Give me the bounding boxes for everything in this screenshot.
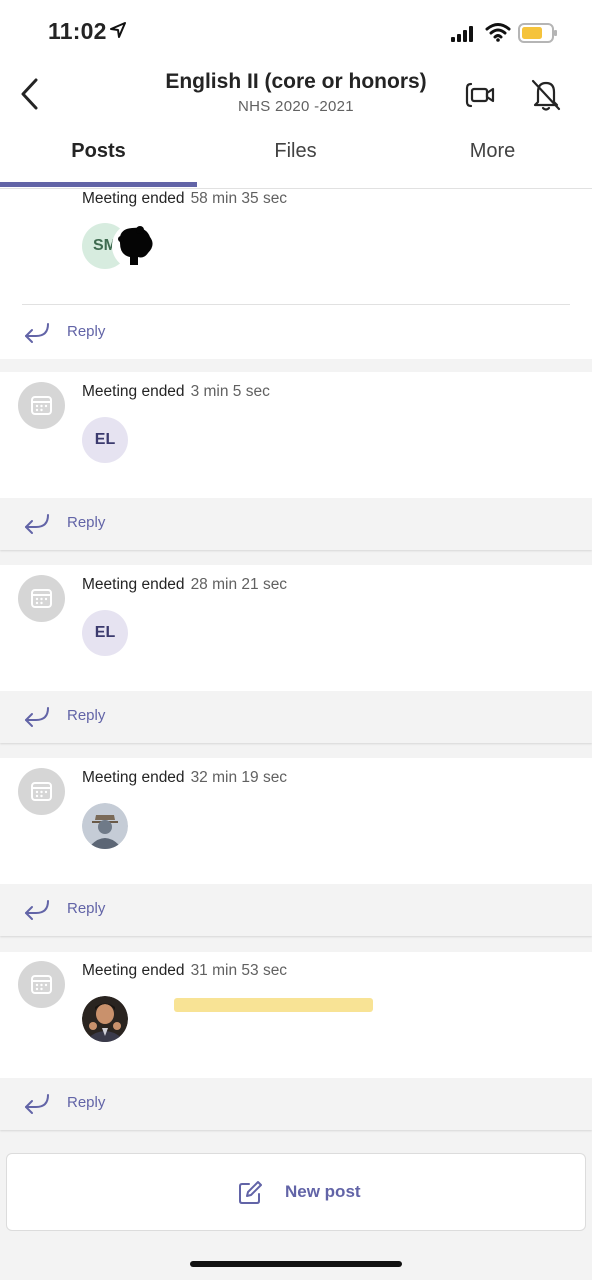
post-card: Meeting ended 32 min 19 sec Reply [0,758,592,936]
meeting-ended-text: Meeting ended 31 min 53 sec [82,962,287,980]
post-card: Meeting ended 31 min 53 sec Reply [0,952,592,1130]
notifications-off-bell-icon[interactable] [526,76,566,114]
reply-arrow-icon [25,707,49,727]
location-arrow-icon [110,22,126,38]
meeting-ended-text: Meeting ended 28 min 21 sec [82,576,287,594]
meeting-ended-text: Meeting ended 58 min 35 sec [82,190,287,208]
meeting-status: Meeting ended [82,190,185,207]
reply-arrow-icon [25,323,49,343]
meeting-status: Meeting ended [82,383,185,400]
reply-arrow-icon [25,1094,49,1114]
reply-row[interactable]: Reply [0,884,592,936]
calendar-icon [31,975,52,994]
reply-row[interactable]: Reply [0,498,592,550]
reply-arrow-icon [25,900,49,920]
reply-arrow-icon [25,514,49,534]
participant-avatar[interactable]: EL [82,610,128,656]
wifi-icon [485,23,511,42]
reply-row[interactable]: Reply [0,691,592,743]
reply-link[interactable]: Reply [67,323,105,340]
meeting-calendar-avatar [18,382,65,429]
highlighted-text-redaction [174,998,373,1012]
post-card: Meeting ended 3 min 5 sec EL Reply [0,372,592,550]
status-bar: 11:02 [0,0,592,64]
reply-row[interactable]: Reply [0,307,592,359]
post-card: Meeting ended 58 min 35 sec SM Reply [0,189,592,359]
meeting-status: Meeting ended [82,769,185,786]
meeting-calendar-avatar [18,961,65,1008]
channel-title: English II (core or honors) [165,70,427,93]
calendar-icon [31,589,52,608]
reply-row[interactable]: Reply [0,1078,592,1130]
reply-link[interactable]: Reply [67,514,105,531]
participant-photo-avatar[interactable] [112,223,158,269]
meeting-duration: 58 min 35 sec [190,190,288,207]
post-card: Meeting ended 28 min 21 sec EL Reply [0,565,592,743]
participant-photo-avatar[interactable] [82,996,128,1042]
meeting-status: Meeting ended [82,576,185,593]
meeting-ended-text: Meeting ended 3 min 5 sec [82,383,270,401]
participant-default-avatar[interactable] [82,803,128,849]
new-post-button[interactable]: New post [6,1153,586,1231]
channel-header: English II (core or honors) NHS 2020 -20… [0,64,592,124]
participant-avatar[interactable]: EL [82,417,128,463]
meeting-status: Meeting ended [82,962,185,979]
reply-link[interactable]: Reply [67,707,105,724]
tab-more[interactable]: More [394,140,591,163]
cellular-signal-icon [451,26,473,42]
battery-icon [518,23,557,43]
active-tab-indicator [0,182,197,187]
back-chevron-icon[interactable] [14,74,48,114]
reply-link[interactable]: Reply [67,900,105,917]
calendar-icon [31,782,52,801]
calendar-icon [31,396,52,415]
channel-tabs: Posts Files More [0,124,592,189]
home-indicator[interactable] [190,1261,402,1267]
compose-icon [239,1181,262,1204]
new-post-label: New post [285,1182,361,1201]
reply-link[interactable]: Reply [67,1094,105,1111]
divider [22,304,570,305]
tab-posts[interactable]: Posts [0,140,197,163]
meet-now-video-icon[interactable] [462,76,500,114]
meeting-calendar-avatar [18,768,65,815]
status-time: 11:02 [48,18,107,44]
meeting-duration: 31 min 53 sec [190,962,288,979]
meeting-duration: 32 min 19 sec [190,769,288,786]
meeting-calendar-avatar [18,575,65,622]
team-name: NHS 2020 -2021 [238,98,354,115]
meeting-duration: 3 min 5 sec [190,383,270,400]
meeting-duration: 28 min 21 sec [190,576,288,593]
tab-files[interactable]: Files [197,140,394,163]
meeting-ended-text: Meeting ended 32 min 19 sec [82,769,287,787]
